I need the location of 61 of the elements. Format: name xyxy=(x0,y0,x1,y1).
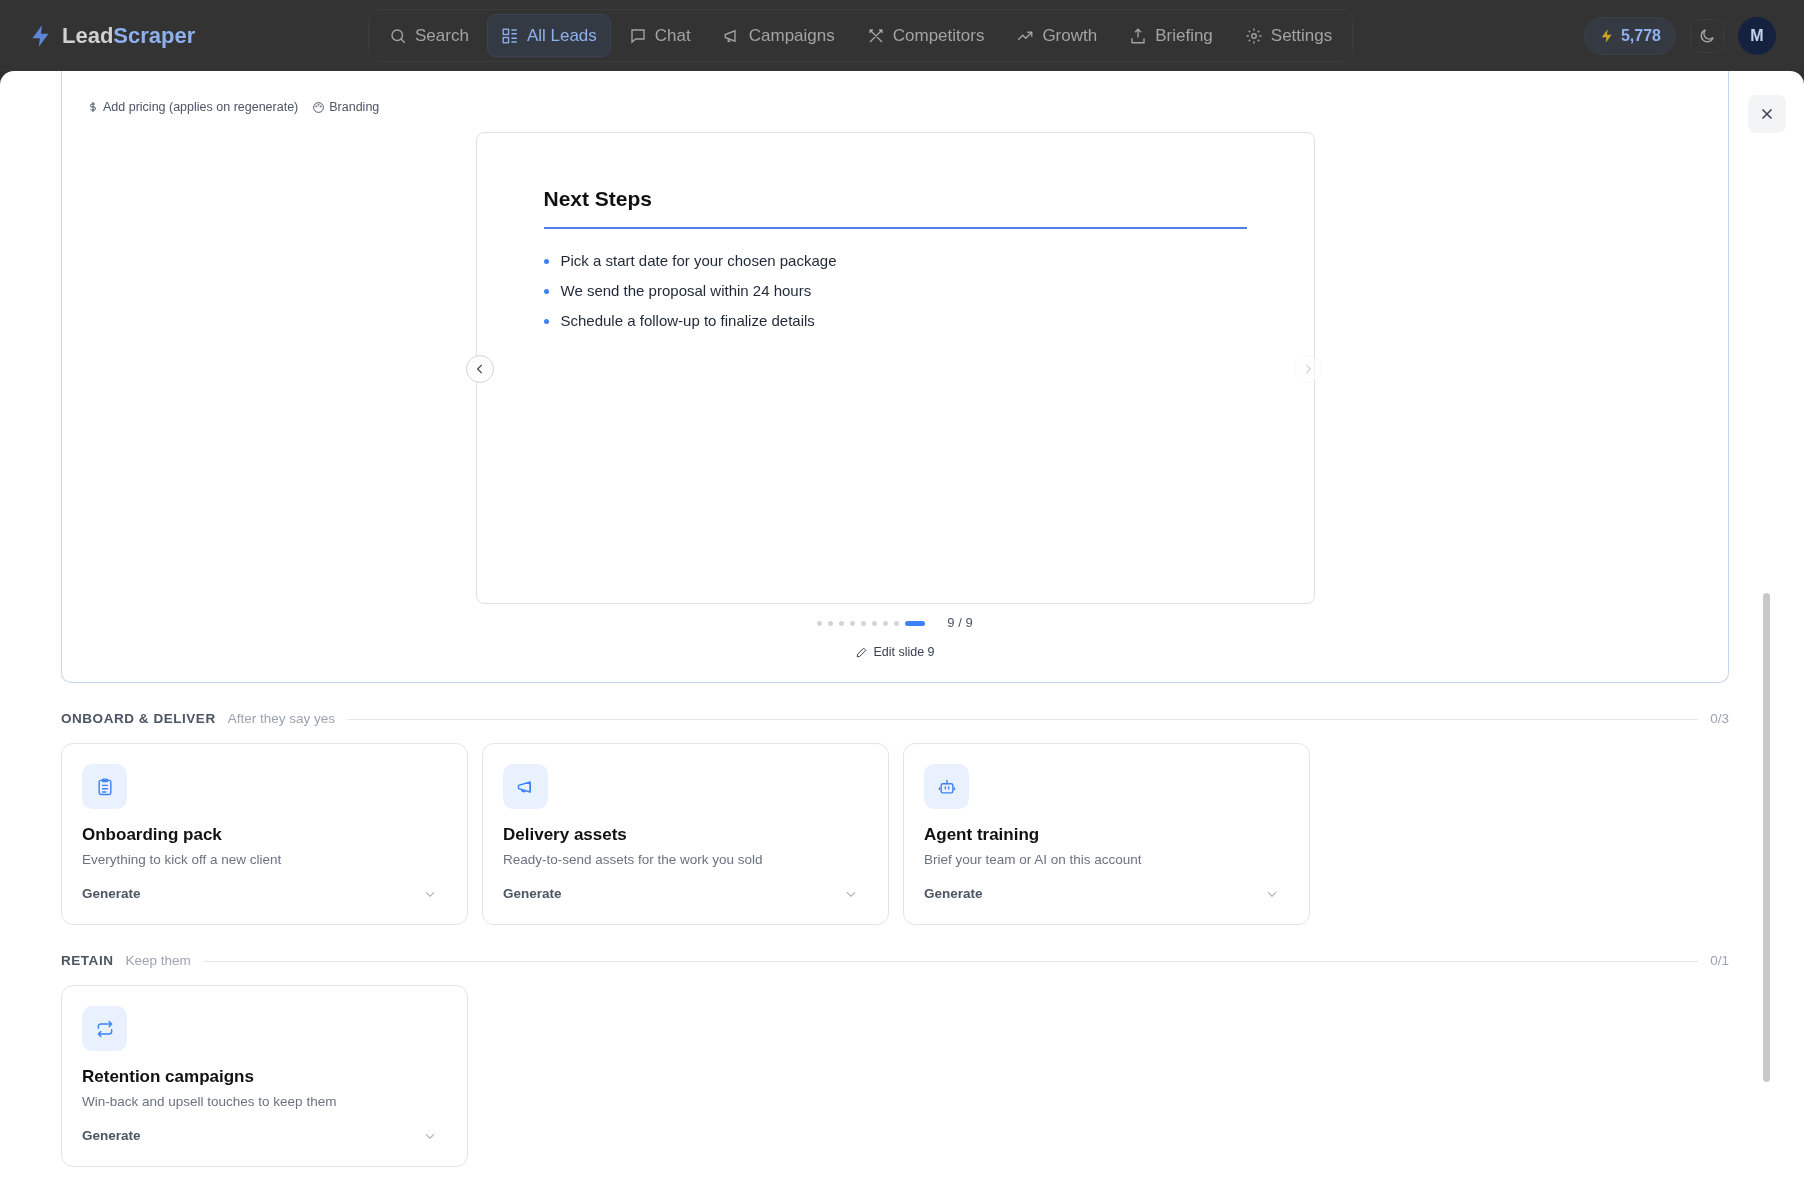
slide-dot[interactable] xyxy=(850,620,856,626)
pencil-icon xyxy=(855,645,869,659)
card-title: Agent training xyxy=(924,825,1041,845)
user-avatar[interactable]: M xyxy=(1738,16,1776,55)
card-description: Brief your team or AI on this account xyxy=(924,851,1143,869)
upload-icon xyxy=(1129,26,1148,45)
nav-tab[interactable]: Growth xyxy=(1002,13,1112,58)
logo-text: LeadScraper xyxy=(62,22,196,50)
slide-title: Next Steps xyxy=(543,183,1247,229)
generate-dropdown[interactable]: Generate xyxy=(82,1126,447,1147)
card-title: Delivery assets xyxy=(503,825,628,845)
nav-tab[interactable]: Briefing xyxy=(1115,13,1227,58)
bullet-dot xyxy=(543,319,549,324)
card-description: Ready-to-send assets for the work you sold xyxy=(503,851,764,869)
slide-dot[interactable] xyxy=(861,620,867,626)
close-button[interactable] xyxy=(1747,95,1786,133)
nav-tab[interactable]: Competitors xyxy=(852,13,999,58)
generate-dropdown[interactable]: Generate xyxy=(82,884,447,905)
add-pricing-link[interactable]: Add pricing (applies on regenerate) xyxy=(83,97,299,117)
nav-tab[interactable]: Settings xyxy=(1230,13,1347,58)
slide-dot[interactable] xyxy=(883,620,889,626)
nav-tab[interactable]: Search xyxy=(375,13,483,58)
chat-icon xyxy=(628,26,647,45)
branding-link[interactable]: Branding xyxy=(312,97,380,117)
previous-slide-button[interactable] xyxy=(465,355,494,383)
search-icon xyxy=(389,26,407,45)
bullet-dot xyxy=(543,259,549,264)
section-subtitle: After they say yes xyxy=(227,709,335,728)
section-title: ONBOARD & DELIVER xyxy=(61,709,216,728)
credits-badge: 5,778 xyxy=(1583,16,1676,55)
nav-tab[interactable]: Chat xyxy=(614,13,705,58)
palette-icon xyxy=(312,100,326,114)
card-title: Onboarding pack xyxy=(82,825,223,845)
section-subtitle: Keep them xyxy=(125,951,191,970)
nav-tab[interactable]: All Leads xyxy=(486,13,611,58)
slide-dot[interactable] xyxy=(839,620,845,626)
card-title: Retention campaigns xyxy=(82,1067,255,1087)
theme-toggle[interactable] xyxy=(1690,18,1724,53)
bullet-dot xyxy=(543,289,549,294)
generate-dropdown[interactable]: Generate xyxy=(924,884,1289,905)
card-description: Everything to kick off a new client xyxy=(82,851,283,869)
gear-icon xyxy=(1244,26,1263,45)
nav-tab[interactable]: Campaigns xyxy=(708,13,849,58)
swords-icon xyxy=(866,26,885,45)
slide-dot[interactable] xyxy=(817,620,823,626)
slide-counter: 9 / 9 xyxy=(947,614,973,633)
section-title: RETAIN xyxy=(61,951,114,970)
bullet-text: We send the proposal within 24 hours xyxy=(560,281,812,302)
slide-dot[interactable] xyxy=(828,620,834,626)
bullet-text: Schedule a follow-up to finalize details xyxy=(560,311,815,332)
bullet-text: Pick a start date for your chosen package xyxy=(560,251,837,272)
edit-slide-link[interactable]: Edit slide 9 xyxy=(855,643,935,661)
dollar-icon xyxy=(87,101,99,113)
grid-icon xyxy=(500,26,519,45)
section-count: 0/3 xyxy=(1710,709,1729,728)
slide-dot[interactable] xyxy=(872,620,878,626)
card-description: Win-back and upsell touches to keep them xyxy=(82,1093,338,1111)
slide-dot[interactable] xyxy=(894,620,900,626)
section-count: 0/1 xyxy=(1710,951,1729,970)
scrollbar-thumb[interactable] xyxy=(1763,593,1770,1082)
generate-dropdown[interactable]: Generate xyxy=(503,884,868,905)
